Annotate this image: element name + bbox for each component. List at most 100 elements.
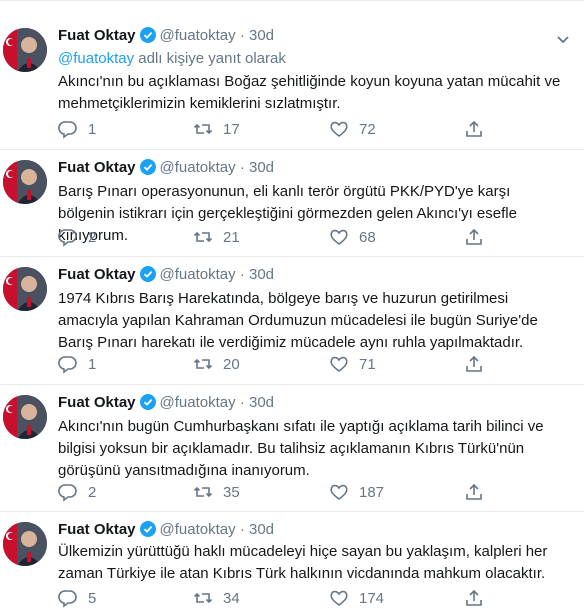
reply-button[interactable]: 2 xyxy=(58,226,96,248)
like-button[interactable]: 71 xyxy=(329,353,376,375)
tweet-actions: 2 21 68 xyxy=(58,226,528,248)
avatar[interactable] xyxy=(3,395,47,439)
share-button[interactable] xyxy=(464,353,484,375)
retweet-icon xyxy=(193,486,213,498)
timestamp[interactable]: 30d xyxy=(249,159,274,176)
author-name[interactable]: Fuat Oktay xyxy=(58,27,136,44)
like-count: 68 xyxy=(359,228,376,246)
author-name[interactable]: Fuat Oktay xyxy=(58,266,136,283)
retweet-icon xyxy=(193,358,213,370)
like-count: 72 xyxy=(359,120,376,138)
timestamp[interactable]: 30d xyxy=(249,394,274,411)
like-button[interactable]: 72 xyxy=(329,118,376,140)
retweet-button[interactable]: 17 xyxy=(193,118,240,140)
tweet-header: Fuat Oktay @fuatoktay · 30d xyxy=(58,393,544,413)
caret-down-icon[interactable] xyxy=(556,32,570,44)
author-handle[interactable]: @fuatoktay xyxy=(160,27,236,44)
reply-count: 1 xyxy=(88,120,97,138)
retweet-count: 21 xyxy=(223,228,240,246)
tweet[interactable]: Fuat Oktay @fuatoktay · 30d Barış Pınarı … xyxy=(0,150,584,257)
like-button[interactable]: 68 xyxy=(329,226,376,248)
tweet-actions: 1 20 71 xyxy=(58,353,528,375)
reply-count: 1 xyxy=(88,355,97,373)
tweet[interactable]: Fuat Oktay @fuatoktay · 30d 1974 Kıbrıs B… xyxy=(0,257,584,385)
separator-dot: · xyxy=(239,266,245,283)
retweet-icon xyxy=(193,592,213,604)
share-button[interactable] xyxy=(464,587,484,609)
reply-to-handle[interactable]: @fuatoktay xyxy=(58,50,134,67)
share-icon xyxy=(466,228,482,245)
share-button[interactable] xyxy=(464,226,484,248)
tweet-actions: 2 35 187 xyxy=(58,481,528,503)
reply-context: @fuatoktay adlı kişiye yanıt olarak xyxy=(58,49,286,69)
tweet[interactable]: Fuat Oktay @fuatoktay · 30d @fuatoktay ad… xyxy=(0,18,584,150)
like-button[interactable]: 174 xyxy=(329,587,384,609)
reply-button[interactable]: 2 xyxy=(58,481,96,503)
timestamp[interactable]: 30d xyxy=(249,266,274,283)
tweet[interactable]: Fuat Oktay @fuatoktay · 30d Ülkemizin yür… xyxy=(0,512,584,608)
retweet-count: 35 xyxy=(223,483,240,501)
verified-badge-icon xyxy=(139,27,156,43)
retweet-icon xyxy=(193,123,213,135)
separator-dot: · xyxy=(239,159,245,176)
like-icon xyxy=(330,356,348,372)
timestamp[interactable]: 30d xyxy=(249,521,274,538)
share-icon xyxy=(466,355,482,372)
separator-dot: · xyxy=(239,394,245,411)
author-handle[interactable]: @fuatoktay xyxy=(160,521,236,538)
like-count: 187 xyxy=(359,483,385,501)
tweet-text: 1974 Kıbrıs Barış Harekatında, bölgeye b… xyxy=(58,290,538,351)
author-handle[interactable]: @fuatoktay xyxy=(160,159,236,176)
retweet-button[interactable]: 20 xyxy=(193,353,240,375)
reply-button[interactable]: 5 xyxy=(58,587,96,609)
avatar[interactable] xyxy=(3,28,47,72)
avatar[interactable] xyxy=(3,522,47,566)
tweet-header: Fuat Oktay @fuatoktay · 30d xyxy=(58,520,544,540)
tweet-header: Fuat Oktay @fuatoktay · 30d xyxy=(58,158,544,178)
reply-count: 2 xyxy=(88,228,97,246)
reply-icon xyxy=(58,356,77,374)
retweet-icon xyxy=(193,231,213,243)
tweet-actions: 5 34 174 xyxy=(58,587,528,609)
avatar[interactable] xyxy=(3,160,47,204)
tweet[interactable]: Fuat Oktay @fuatoktay · 30d Akıncı'nın bu… xyxy=(0,385,584,512)
reply-button[interactable]: 1 xyxy=(58,118,96,140)
retweet-button[interactable]: 34 xyxy=(193,587,240,609)
separator-dot: · xyxy=(239,521,245,538)
author-name[interactable]: Fuat Oktay xyxy=(58,394,136,411)
retweet-count: 20 xyxy=(223,355,240,373)
avatar[interactable] xyxy=(3,267,47,311)
reply-count: 2 xyxy=(88,483,97,501)
tweet-actions: 1 17 72 xyxy=(58,118,528,140)
timestamp[interactable]: 30d xyxy=(249,27,274,44)
retweet-button[interactable]: 35 xyxy=(193,481,240,503)
top-divider xyxy=(0,0,584,1)
reply-icon xyxy=(58,229,77,247)
like-count: 71 xyxy=(359,355,376,373)
retweet-count: 17 xyxy=(223,120,240,138)
share-icon xyxy=(466,483,482,500)
tweet-text: Akıncı'nın bu açıklaması Boğaz şehitliği… xyxy=(58,73,561,112)
share-button[interactable] xyxy=(464,118,484,140)
author-handle[interactable]: @fuatoktay xyxy=(160,266,236,283)
tweet-header: Fuat Oktay @fuatoktay · 30d xyxy=(58,265,544,285)
verified-badge-icon xyxy=(139,159,156,175)
tweet-header: Fuat Oktay @fuatoktay · 30d xyxy=(58,26,544,46)
like-count: 174 xyxy=(359,589,385,607)
author-name[interactable]: Fuat Oktay xyxy=(58,159,136,176)
separator-dot: · xyxy=(239,27,245,44)
reply-icon xyxy=(58,484,77,502)
verified-badge-icon xyxy=(139,521,156,537)
author-name[interactable]: Fuat Oktay xyxy=(58,521,136,538)
tweet-text: Akıncı'nın bugün Cumhurbaşkanı sıfatı il… xyxy=(58,418,544,479)
retweet-button[interactable]: 21 xyxy=(193,226,240,248)
reply-button[interactable]: 1 xyxy=(58,353,96,375)
share-button[interactable] xyxy=(464,481,484,503)
reply-icon xyxy=(58,121,77,139)
reply-count: 5 xyxy=(88,589,97,607)
like-icon xyxy=(330,121,348,137)
author-handle[interactable]: @fuatoktay xyxy=(160,394,236,411)
like-button[interactable]: 187 xyxy=(329,481,384,503)
verified-badge-icon xyxy=(139,394,156,410)
share-icon xyxy=(466,589,482,606)
